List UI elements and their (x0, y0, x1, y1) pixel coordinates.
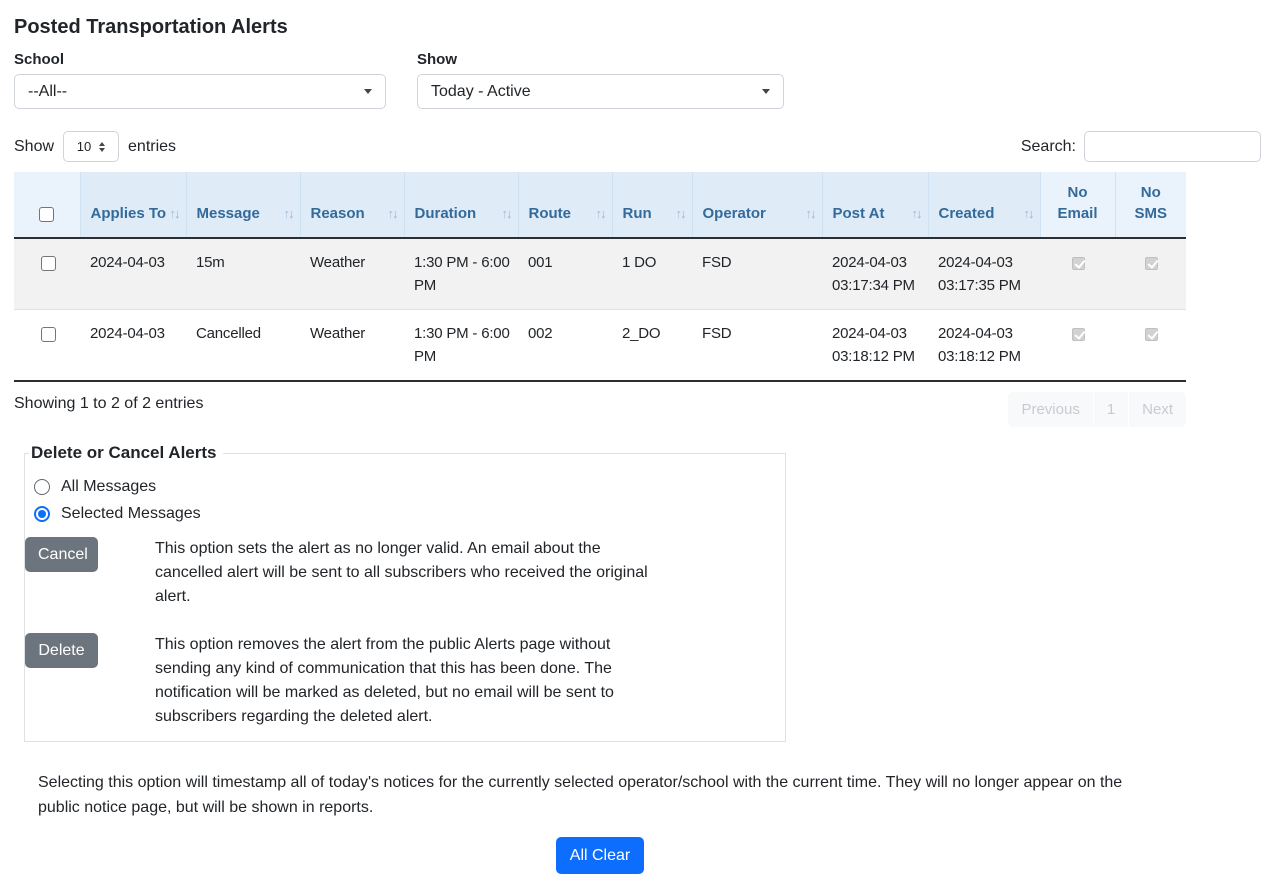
school-select[interactable]: --All-- (14, 74, 386, 109)
col-header-run[interactable]: Run ↑↓ (612, 172, 692, 238)
chevron-down-icon (762, 89, 770, 94)
no-email-checkbox (1072, 328, 1085, 341)
all-clear-description: Selecting this option will timestamp all… (38, 770, 1146, 820)
col-header-created[interactable]: Created ↑↓ (928, 172, 1040, 238)
cell-created: 2024-04-03 03:17:35 PM (928, 238, 1040, 310)
sort-icon: ↑↓ (912, 203, 921, 224)
page-title: Posted Transportation Alerts (14, 16, 1261, 39)
sort-icon: ↑↓ (502, 203, 511, 224)
cell-post-at: 2024-04-03 03:17:34 PM (822, 238, 928, 310)
search-input[interactable] (1084, 131, 1261, 162)
cell-operator: FSD (692, 238, 822, 310)
search-label: Search: (1021, 138, 1076, 156)
cancel-button[interactable]: Cancel (25, 537, 98, 572)
select-all-checkbox[interactable] (39, 207, 54, 222)
table-info: Showing 1 to 2 of 2 entries (14, 392, 203, 413)
page-length-select[interactable]: 10 (63, 131, 119, 162)
table-footer-row: Showing 1 to 2 of 2 entries Previous 1 N… (14, 392, 1186, 427)
length-suffix-label: entries (128, 138, 176, 156)
table-row: 2024-04-03 15m Weather 1:30 PM - 6:00 PM… (14, 238, 1186, 310)
cell-created: 2024-04-03 03:18:12 PM (928, 310, 1040, 382)
col-header-applies-to[interactable]: Applies To ↑↓ (80, 172, 186, 238)
no-email-checkbox (1072, 257, 1085, 270)
school-label: School (14, 51, 386, 68)
col-header-route[interactable]: Route ↑↓ (518, 172, 612, 238)
sort-icon: ↑↓ (284, 203, 293, 224)
row-select-checkbox[interactable] (41, 327, 56, 342)
selected-messages-radio[interactable] (34, 506, 50, 522)
delete-button[interactable]: Delete (25, 633, 98, 668)
cell-post-at: 2024-04-03 03:18:12 PM (822, 310, 928, 382)
cell-operator: FSD (692, 310, 822, 382)
cell-duration: 1:30 PM - 6:00 PM (404, 238, 518, 310)
cell-run: 2_DO (612, 310, 692, 382)
pagination: Previous 1 Next (1008, 392, 1186, 427)
cell-message: 15m (186, 238, 300, 310)
sort-icon: ↑↓ (388, 203, 397, 224)
cell-applies-to: 2024-04-03 (80, 238, 186, 310)
no-sms-checkbox (1145, 328, 1158, 341)
table-row: 2024-04-03 Cancelled Weather 1:30 PM - 6… (14, 310, 1186, 382)
col-header-reason[interactable]: Reason ↑↓ (300, 172, 404, 238)
cell-message: Cancelled (186, 310, 300, 382)
sort-icon: ↑↓ (596, 203, 605, 224)
pagination-page-1[interactable]: 1 (1093, 392, 1128, 427)
row-select-checkbox[interactable] (41, 256, 56, 271)
col-header-no-sms: No SMS (1115, 172, 1186, 238)
col-header-duration[interactable]: Duration ↑↓ (404, 172, 518, 238)
cell-reason: Weather (300, 238, 404, 310)
show-label: Show (417, 51, 784, 68)
col-header-post-at[interactable]: Post At ↑↓ (822, 172, 928, 238)
length-prefix-label: Show (14, 138, 54, 156)
col-header-message[interactable]: Message ↑↓ (186, 172, 300, 238)
delete-cancel-fieldset: Delete or Cancel Alerts All Messages Sel… (24, 443, 786, 742)
no-sms-checkbox (1145, 257, 1158, 270)
selected-messages-option: Selected Messages (34, 505, 771, 523)
alerts-table: Applies To ↑↓ Message ↑↓ Reason ↑↓ Durat… (14, 172, 1186, 382)
cell-route: 002 (518, 310, 612, 382)
school-filter: School --All-- (14, 51, 386, 109)
all-clear-container: All Clear (14, 837, 1186, 874)
all-messages-label[interactable]: All Messages (61, 478, 156, 496)
all-messages-option: All Messages (34, 478, 771, 496)
sort-icon: ↑↓ (1024, 203, 1033, 224)
delete-cancel-legend: Delete or Cancel Alerts (29, 443, 223, 463)
cell-applies-to: 2024-04-03 (80, 310, 186, 382)
sort-icon: ↑↓ (170, 203, 179, 224)
spinner-icon (99, 142, 105, 152)
school-select-value: --All-- (28, 83, 67, 101)
col-header-operator[interactable]: Operator ↑↓ (692, 172, 822, 238)
selected-messages-label[interactable]: Selected Messages (61, 505, 201, 523)
show-filter: Show Today - Active (417, 51, 784, 109)
cell-route: 001 (518, 238, 612, 310)
cell-run: 1 DO (612, 238, 692, 310)
cell-reason: Weather (300, 310, 404, 382)
page-length-value: 10 (77, 139, 91, 154)
all-messages-radio[interactable] (34, 479, 50, 495)
action-grid: Cancel This option sets the alert as no … (25, 537, 771, 729)
search-control: Search: (1021, 131, 1261, 162)
cell-duration: 1:30 PM - 6:00 PM (404, 310, 518, 382)
page-length-control: Show 10 entries (14, 131, 176, 162)
chevron-down-icon (364, 89, 372, 94)
pagination-previous[interactable]: Previous (1008, 392, 1092, 427)
pagination-next[interactable]: Next (1128, 392, 1186, 427)
table-controls: Show 10 entries Search: (14, 131, 1261, 162)
sort-icon: ↑↓ (676, 203, 685, 224)
cancel-description: This option sets the alert as no longer … (155, 537, 663, 609)
delete-description: This option removes the alert from the p… (155, 633, 663, 729)
show-select-value: Today - Active (431, 83, 531, 101)
sort-icon: ↑↓ (806, 203, 815, 224)
select-all-header-cell (14, 172, 80, 238)
table-header-row: Applies To ↑↓ Message ↑↓ Reason ↑↓ Durat… (14, 172, 1186, 238)
filters-row: School --All-- Show Today - Active (14, 51, 1261, 109)
col-header-no-email: No Email (1040, 172, 1115, 238)
show-select[interactable]: Today - Active (417, 74, 784, 109)
all-clear-button[interactable]: All Clear (556, 837, 644, 874)
